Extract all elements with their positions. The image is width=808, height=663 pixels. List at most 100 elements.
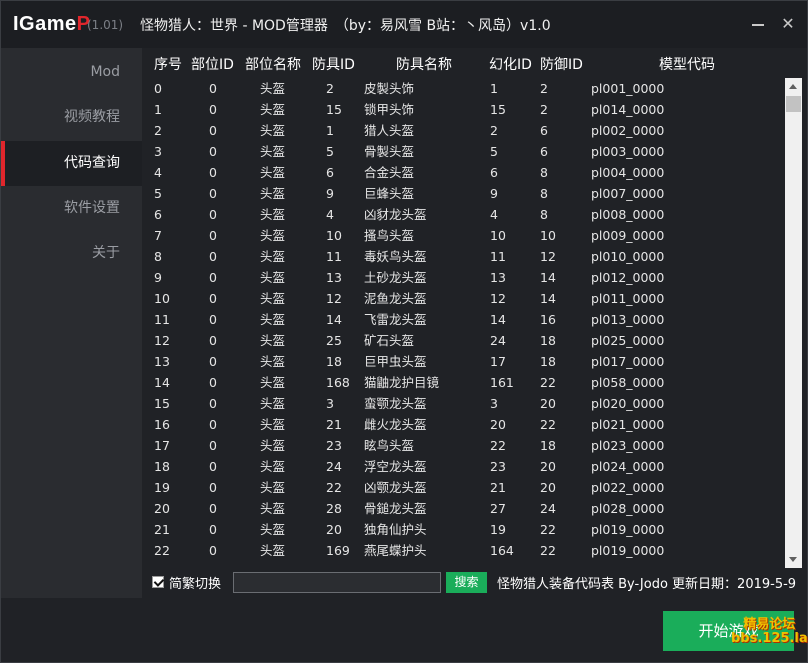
cell-index: 21: [154, 522, 170, 537]
cell-armor-name: 凶豺龙头盔: [364, 207, 427, 222]
table-scrollbar[interactable]: [785, 78, 802, 568]
table-row[interactable]: 7 0 头盔 10 搔鸟头盔 10 10 pl009_0000: [142, 225, 782, 246]
table-row[interactable]: 20 0 头盔 28 骨鎚龙头盔 27 24 pl028_0000: [142, 498, 782, 519]
table-row[interactable]: 10 0 头盔 12 泥鱼龙头盔 12 14 pl011_0000: [142, 288, 782, 309]
cell-armor-name: 独角仙护头: [364, 522, 427, 537]
cell-armor-name: 雌火龙头盔: [364, 417, 427, 432]
header-armor-name[interactable]: 防具名称: [396, 54, 452, 74]
cell-index: 7: [154, 228, 162, 243]
cell-armor-name: 巨甲虫头盔: [364, 354, 427, 369]
table-row[interactable]: 4 0 头盔 6 合金头盔 6 8 pl004_0000: [142, 162, 782, 183]
scroll-up-arrow-icon[interactable]: [785, 78, 802, 95]
cell-model-code: pl028_0000: [591, 501, 665, 516]
sidebar-item-mod[interactable]: Mod: [1, 50, 142, 95]
table-row[interactable]: 9 0 头盔 13 土砂龙头盔 13 14 pl012_0000: [142, 267, 782, 288]
table-row[interactable]: 1 0 头盔 15 锁甲头饰 15 2 pl014_0000: [142, 99, 782, 120]
table-row[interactable]: 17 0 头盔 23 眩鸟头盔 22 18 pl023_0000: [142, 435, 782, 456]
cell-index: 19: [154, 480, 170, 495]
version-badge: (1.01): [87, 18, 124, 32]
table-row[interactable]: 21 0 头盔 20 独角仙护头 19 22 pl019_0000: [142, 519, 782, 540]
scroll-thumb[interactable]: [786, 96, 801, 112]
sidebar-item-code-lookup[interactable]: 代码查询: [1, 141, 142, 186]
cell-model-code: pl023_0000: [591, 438, 665, 453]
table-row[interactable]: 15 0 头盔 3 蛮颚龙头盔 3 20 pl020_0000: [142, 393, 782, 414]
code-table-panel: 序号 部位ID 部位名称 防具ID 防具名称 幻化ID 防御ID 模型代码 0 0…: [142, 48, 807, 598]
app-logo: IGameP: [13, 13, 91, 36]
cell-part-id: 0: [209, 501, 217, 516]
cell-armor-name: 凶颚龙头盔: [364, 480, 427, 495]
cell-defense-id: 14: [540, 291, 556, 306]
cell-part-name: 头盔: [260, 354, 286, 369]
close-button[interactable]: ✕: [775, 11, 801, 37]
cell-index: 16: [154, 417, 170, 432]
sidebar-item-settings[interactable]: 软件设置: [1, 186, 142, 231]
table-row[interactable]: 6 0 头盔 4 凶豺龙头盔 4 8 pl008_0000: [142, 204, 782, 225]
table-row[interactable]: 16 0 头盔 21 雌火龙头盔 20 22 pl021_0000: [142, 414, 782, 435]
cell-armor-name: 猫鼬龙护目镜: [364, 375, 440, 390]
cell-defense-id: 22: [540, 543, 556, 558]
header-transmog-id[interactable]: 幻化ID: [489, 54, 532, 74]
cell-armor-id: 24: [326, 459, 342, 474]
simplified-traditional-label[interactable]: 简繁切换: [169, 573, 221, 592]
cell-armor-name: 浮空龙头盔: [364, 459, 427, 474]
cell-armor-id: 21: [326, 417, 342, 432]
table-row[interactable]: 5 0 头盔 9 巨蜂头盔 9 8 pl007_0000: [142, 183, 782, 204]
cell-defense-id: 22: [540, 375, 556, 390]
cell-armor-name: 搔鸟头盔: [364, 228, 415, 243]
table-row[interactable]: 19 0 头盔 22 凶颚龙头盔 21 20 pl022_0000: [142, 477, 782, 498]
cell-index: 4: [154, 165, 162, 180]
cell-armor-name: 土砂龙头盔: [364, 270, 427, 285]
cell-transmog-id: 17: [490, 354, 506, 369]
watermark-logo: 精易论坛 bbs.125.la: [731, 618, 808, 646]
cell-transmog-id: 9: [490, 186, 498, 201]
table-row[interactable]: 3 0 头盔 5 骨製头盔 5 6 pl003_0000: [142, 141, 782, 162]
cell-armor-id: 18: [326, 354, 342, 369]
sidebar-item-video-tutorial[interactable]: 视频教程: [1, 95, 142, 140]
cell-part-name: 头盔: [260, 102, 286, 117]
table-row[interactable]: 14 0 头盔 168 猫鼬龙护目镜 161 22 pl058_0000: [142, 372, 782, 393]
table-row[interactable]: 2 0 头盔 1 猎人头盔 2 6 pl002_0000: [142, 120, 782, 141]
search-bar: 简繁切换 搜索 怪物猎人装备代码表 By-Jodo 更新日期：2019-5-9: [142, 568, 807, 598]
table-row[interactable]: 12 0 头盔 25 矿石头盔 24 18 pl025_0000: [142, 330, 782, 351]
cell-index: 0: [154, 81, 162, 96]
cell-transmog-id: 12: [490, 291, 506, 306]
cell-transmog-id: 164: [490, 543, 514, 558]
cell-armor-name: 蛮颚龙头盔: [364, 396, 427, 411]
watermark-line2: bbs.125.la: [731, 631, 808, 646]
scroll-down-arrow-icon[interactable]: [785, 551, 802, 568]
cell-part-name: 头盔: [260, 480, 286, 495]
table-row[interactable]: 11 0 头盔 14 飞雷龙头盔 14 16 pl013_0000: [142, 309, 782, 330]
header-index[interactable]: 序号: [154, 54, 182, 74]
header-defense-id[interactable]: 防御ID: [540, 54, 583, 74]
cell-part-name: 头盔: [260, 207, 286, 222]
minimize-button[interactable]: [745, 11, 771, 37]
table-row[interactable]: 8 0 头盔 11 毒妖鸟头盔 11 12 pl010_0000: [142, 246, 782, 267]
table-header: 序号 部位ID 部位名称 防具ID 防具名称 幻化ID 防御ID 模型代码: [142, 54, 782, 78]
cell-part-name: 头盔: [260, 186, 286, 201]
header-model-code[interactable]: 模型代码: [659, 54, 715, 74]
table-row[interactable]: 22 0 头盔 169 燕尾蝶护头 164 22 pl019_0000: [142, 540, 782, 561]
simplified-traditional-checkbox[interactable]: [152, 576, 164, 588]
cell-armor-id: 10: [326, 228, 342, 243]
header-part-name[interactable]: 部位名称: [245, 54, 301, 74]
cell-defense-id: 14: [540, 270, 556, 285]
cell-model-code: pl022_0000: [591, 480, 665, 495]
cell-transmog-id: 6: [490, 165, 498, 180]
cell-transmog-id: 10: [490, 228, 506, 243]
cell-defense-id: 18: [540, 354, 556, 369]
cell-armor-name: 皮製头饰: [364, 81, 415, 96]
table-row[interactable]: 0 0 头盔 2 皮製头饰 1 2 pl001_0000: [142, 78, 782, 99]
cell-index: 6: [154, 207, 162, 222]
cell-defense-id: 2: [540, 81, 548, 96]
cell-part-id: 0: [209, 165, 217, 180]
table-row[interactable]: 18 0 头盔 24 浮空龙头盔 23 20 pl024_0000: [142, 456, 782, 477]
sidebar-item-about[interactable]: 关于: [1, 231, 142, 276]
header-part-id[interactable]: 部位ID: [191, 54, 234, 74]
cell-part-id: 0: [209, 102, 217, 117]
search-button[interactable]: 搜索: [446, 572, 487, 593]
table-row[interactable]: 13 0 头盔 18 巨甲虫头盔 17 18 pl017_0000: [142, 351, 782, 372]
header-armor-id[interactable]: 防具ID: [312, 54, 355, 74]
search-input[interactable]: [233, 572, 441, 593]
cell-model-code: pl002_0000: [591, 123, 665, 138]
cell-defense-id: 16: [540, 312, 556, 327]
